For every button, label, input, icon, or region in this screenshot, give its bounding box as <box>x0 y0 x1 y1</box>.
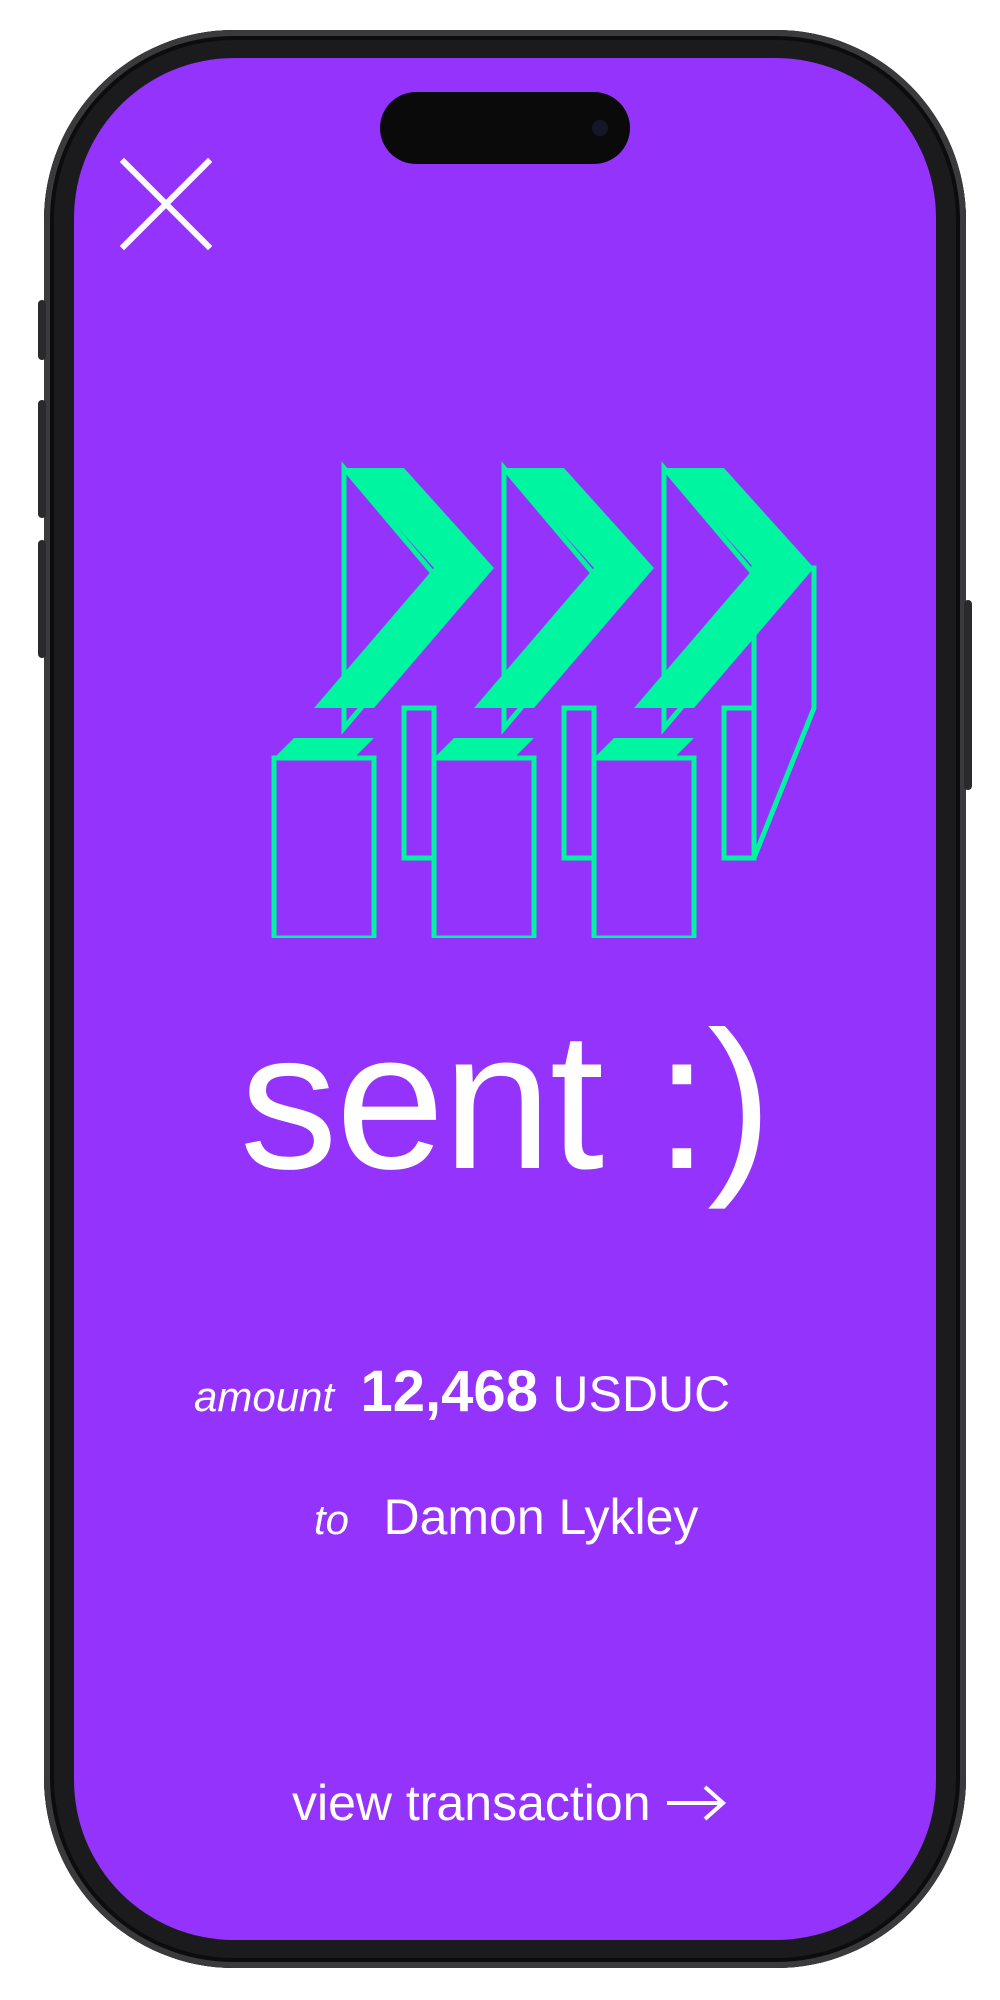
recipient-label: to <box>314 1496 350 1543</box>
volume-up-button <box>38 400 46 518</box>
recipient-row: to Damon Lykley <box>314 1488 698 1546</box>
front-camera <box>592 120 608 136</box>
volume-down-button <box>38 540 46 658</box>
close-button[interactable] <box>116 154 216 254</box>
arrow-right-icon <box>666 1785 726 1821</box>
amount-label: amount <box>194 1373 335 1420</box>
success-headline: sent :) <box>239 991 773 1210</box>
view-transaction-label: view transaction <box>292 1775 651 1831</box>
amount-unit: USDUC <box>552 1366 731 1422</box>
dynamic-island <box>380 92 630 164</box>
power-button <box>964 600 972 790</box>
screen: sent :) amount 12,468 USDUC to Damon Lyk… <box>74 58 936 1940</box>
close-icon <box>119 157 213 251</box>
amount-row: amount 12,468 USDUC <box>194 1358 730 1425</box>
forward-arrows-illustration <box>271 461 817 938</box>
action-button <box>38 300 46 360</box>
recipient-name: Damon Lykley <box>383 1489 699 1545</box>
chevron-arrow-1 <box>271 461 494 938</box>
amount-value: 12,468 <box>360 1359 538 1424</box>
view-transaction-link[interactable]: view transaction <box>292 1774 729 1832</box>
